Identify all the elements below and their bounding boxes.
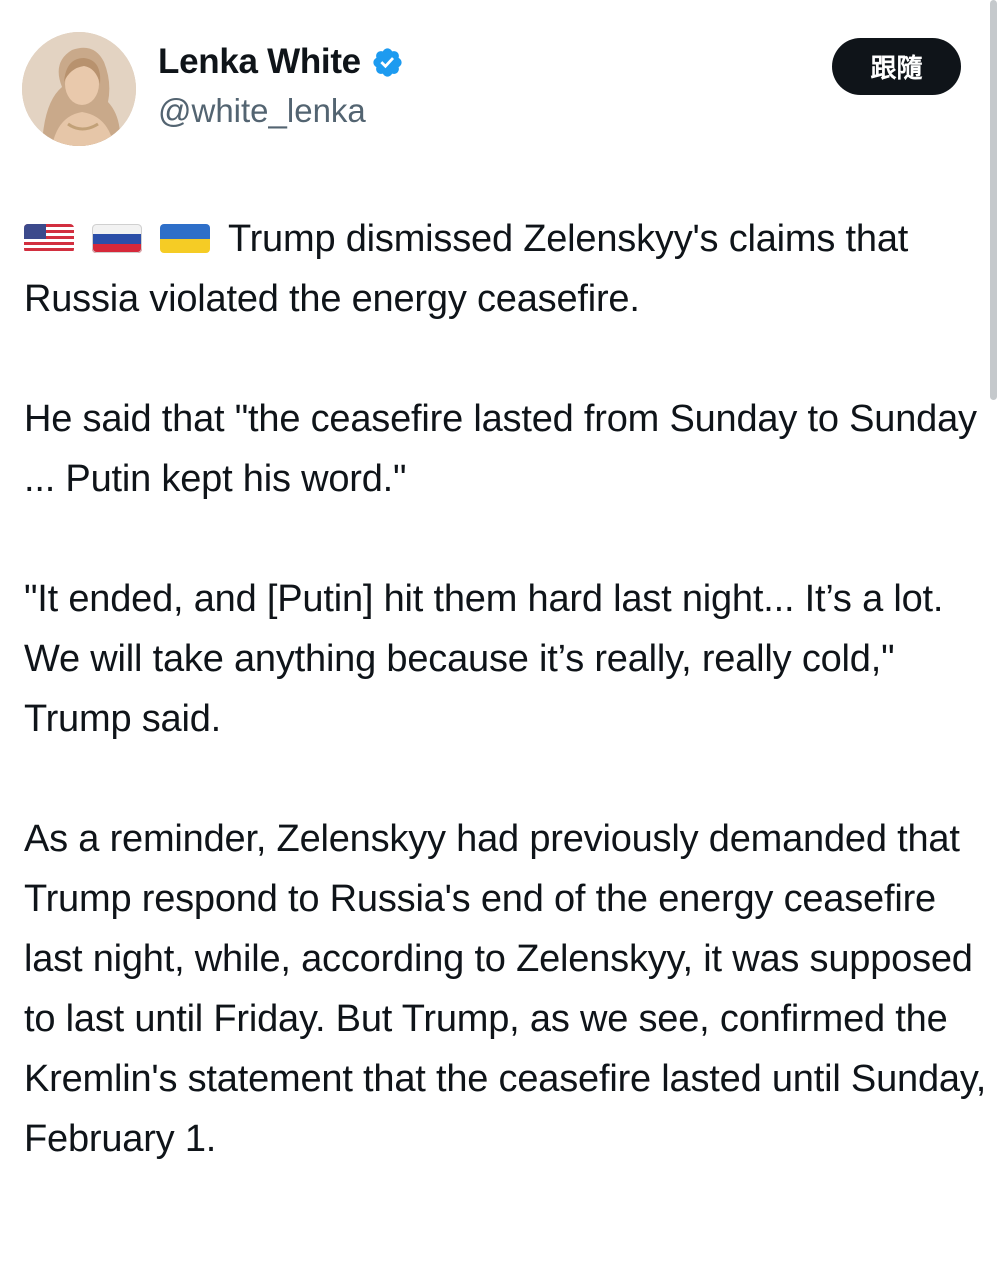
avatar[interactable] xyxy=(22,32,136,146)
verified-badge-icon xyxy=(371,46,404,79)
flag-us-icon xyxy=(24,211,74,253)
author-handle[interactable]: @white_lenka xyxy=(158,92,366,130)
scrollbar[interactable] xyxy=(990,0,997,400)
tweet-paragraph-2: He said that "the ceasefire lasted from … xyxy=(24,398,977,500)
tweet-paragraph-3: "It ended, and [Putin] hit them hard las… xyxy=(24,578,944,740)
tweet-paragraph-1-text: Trump dismissed Zelenskyy's claims that … xyxy=(24,218,909,320)
tweet-text: Trump dismissed Zelenskyy's claims that … xyxy=(24,209,989,1169)
flag-ru-icon xyxy=(92,211,142,253)
display-name[interactable]: Lenka White xyxy=(158,42,361,82)
tweet-paragraph-4: As a reminder, Zelenskyy had previously … xyxy=(24,818,987,1160)
flag-ua-icon xyxy=(160,211,210,253)
tweet-paragraph-1: Trump dismissed Zelenskyy's claims that … xyxy=(24,209,989,329)
follow-button[interactable]: 跟隨 xyxy=(832,38,961,95)
